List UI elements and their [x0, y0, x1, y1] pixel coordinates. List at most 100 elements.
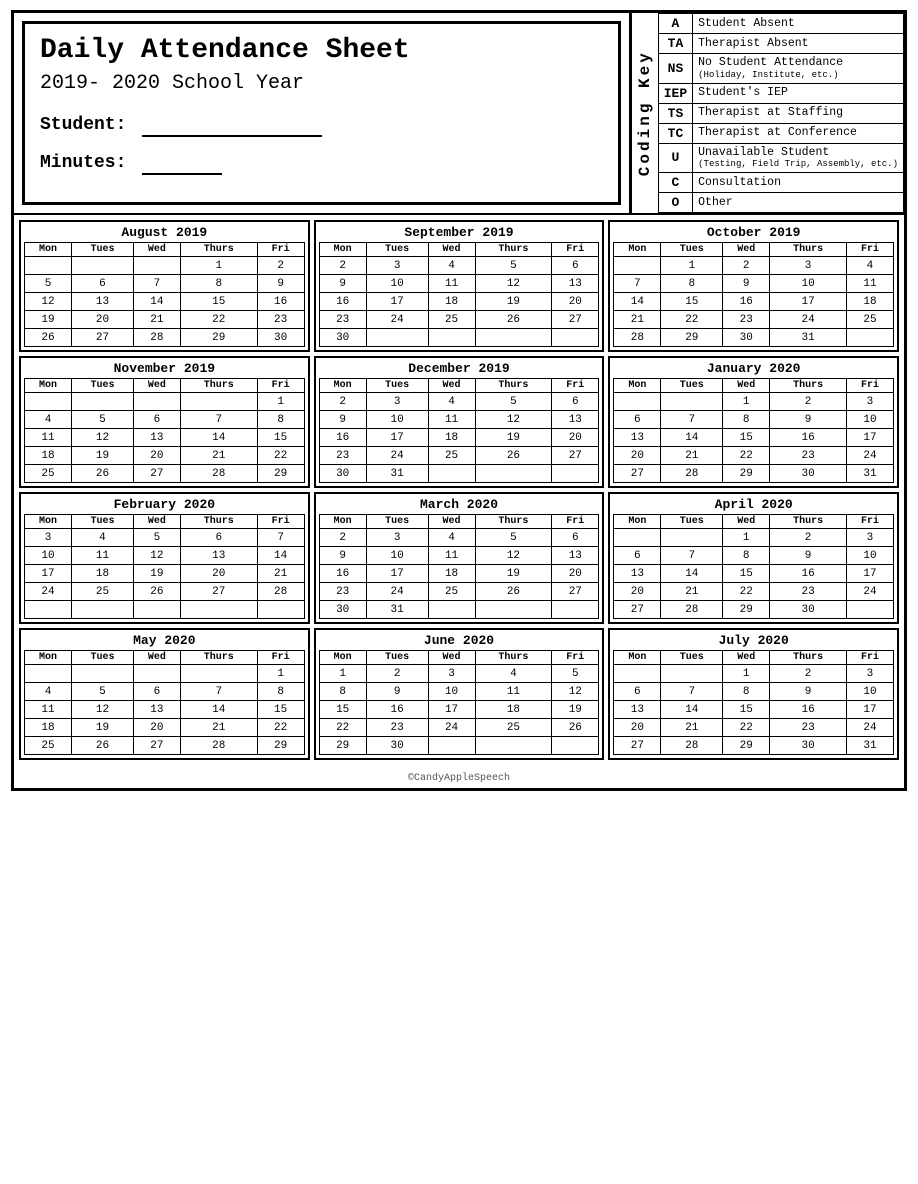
cal-day-cell[interactable]: 28	[180, 465, 257, 483]
cal-day-cell[interactable]: 19	[475, 293, 552, 311]
cal-day-cell[interactable]: 20	[614, 583, 661, 601]
cal-day-cell[interactable]	[72, 601, 134, 619]
cal-day-cell[interactable]: 18	[25, 719, 72, 737]
cal-day-cell[interactable]	[846, 329, 893, 347]
cal-day-cell[interactable]: 4	[428, 393, 475, 411]
cal-day-cell[interactable]	[428, 465, 475, 483]
cal-day-cell[interactable]: 25	[475, 719, 552, 737]
cal-day-cell[interactable]: 14	[180, 429, 257, 447]
cal-day-cell[interactable]: 23	[366, 719, 428, 737]
cal-day-cell[interactable]: 24	[428, 719, 475, 737]
cal-day-cell[interactable]: 27	[133, 465, 180, 483]
cal-day-cell[interactable]: 16	[319, 293, 366, 311]
cal-day-cell[interactable]: 4	[25, 411, 72, 429]
cal-day-cell[interactable]: 31	[846, 737, 893, 755]
cal-day-cell[interactable]: 1	[257, 665, 304, 683]
cal-day-cell[interactable]: 20	[133, 719, 180, 737]
cal-day-cell[interactable]: 13	[180, 547, 257, 565]
cal-day-cell[interactable]	[475, 601, 552, 619]
cal-day-cell[interactable]: 13	[72, 293, 134, 311]
cal-day-cell[interactable]: 4	[25, 683, 72, 701]
cal-day-cell[interactable]: 2	[770, 529, 847, 547]
cal-day-cell[interactable]	[552, 737, 599, 755]
cal-day-cell[interactable]: 19	[72, 447, 134, 465]
cal-day-cell[interactable]: 10	[846, 683, 893, 701]
cal-day-cell[interactable]: 17	[428, 701, 475, 719]
cal-day-cell[interactable]: 15	[180, 293, 257, 311]
cal-day-cell[interactable]: 23	[770, 447, 847, 465]
cal-day-cell[interactable]: 14	[661, 565, 723, 583]
cal-day-cell[interactable]: 12	[475, 547, 552, 565]
cal-day-cell[interactable]: 5	[475, 393, 552, 411]
cal-day-cell[interactable]: 2	[319, 529, 366, 547]
cal-day-cell[interactable]: 29	[723, 601, 770, 619]
cal-day-cell[interactable]: 26	[475, 447, 552, 465]
cal-day-cell[interactable]: 20	[614, 719, 661, 737]
cal-day-cell[interactable]: 13	[552, 411, 599, 429]
cal-day-cell[interactable]	[180, 601, 257, 619]
cal-day-cell[interactable]	[428, 737, 475, 755]
cal-day-cell[interactable]: 7	[257, 529, 304, 547]
cal-day-cell[interactable]	[475, 465, 552, 483]
cal-day-cell[interactable]: 29	[319, 737, 366, 755]
cal-day-cell[interactable]: 28	[133, 329, 180, 347]
cal-day-cell[interactable]	[133, 393, 180, 411]
cal-day-cell[interactable]: 8	[319, 683, 366, 701]
cal-day-cell[interactable]: 21	[257, 565, 304, 583]
cal-day-cell[interactable]: 17	[366, 293, 428, 311]
cal-day-cell[interactable]: 16	[366, 701, 428, 719]
cal-day-cell[interactable]: 6	[180, 529, 257, 547]
cal-day-cell[interactable]: 28	[180, 737, 257, 755]
cal-day-cell[interactable]: 21	[661, 583, 723, 601]
cal-day-cell[interactable]	[475, 329, 552, 347]
cal-day-cell[interactable]: 13	[614, 565, 661, 583]
cal-day-cell[interactable]: 7	[661, 683, 723, 701]
cal-day-cell[interactable]	[661, 393, 723, 411]
cal-day-cell[interactable]: 23	[319, 447, 366, 465]
cal-day-cell[interactable]: 25	[25, 737, 72, 755]
cal-day-cell[interactable]: 10	[366, 547, 428, 565]
cal-day-cell[interactable]: 31	[366, 601, 428, 619]
cal-day-cell[interactable]: 12	[475, 411, 552, 429]
cal-day-cell[interactable]: 7	[180, 411, 257, 429]
cal-day-cell[interactable]: 10	[428, 683, 475, 701]
cal-day-cell[interactable]: 1	[180, 257, 257, 275]
cal-day-cell[interactable]: 5	[475, 257, 552, 275]
cal-day-cell[interactable]: 21	[180, 447, 257, 465]
cal-day-cell[interactable]: 30	[257, 329, 304, 347]
cal-day-cell[interactable]: 20	[552, 293, 599, 311]
cal-day-cell[interactable]: 4	[428, 529, 475, 547]
cal-day-cell[interactable]	[72, 393, 134, 411]
cal-day-cell[interactable]: 18	[475, 701, 552, 719]
cal-day-cell[interactable]: 31	[846, 465, 893, 483]
cal-day-cell[interactable]: 1	[723, 665, 770, 683]
cal-day-cell[interactable]: 16	[257, 293, 304, 311]
cal-day-cell[interactable]: 5	[552, 665, 599, 683]
cal-day-cell[interactable]: 27	[614, 737, 661, 755]
cal-day-cell[interactable]: 9	[257, 275, 304, 293]
cal-day-cell[interactable]: 7	[614, 275, 661, 293]
cal-day-cell[interactable]: 11	[846, 275, 893, 293]
cal-day-cell[interactable]: 24	[366, 311, 428, 329]
cal-day-cell[interactable]	[180, 393, 257, 411]
cal-day-cell[interactable]: 18	[846, 293, 893, 311]
cal-day-cell[interactable]: 25	[428, 311, 475, 329]
cal-day-cell[interactable]: 24	[846, 719, 893, 737]
cal-day-cell[interactable]: 29	[257, 465, 304, 483]
cal-day-cell[interactable]: 4	[846, 257, 893, 275]
cal-day-cell[interactable]: 14	[614, 293, 661, 311]
cal-day-cell[interactable]: 11	[475, 683, 552, 701]
cal-day-cell[interactable]: 24	[366, 583, 428, 601]
cal-day-cell[interactable]: 3	[25, 529, 72, 547]
cal-day-cell[interactable]: 21	[180, 719, 257, 737]
cal-day-cell[interactable]	[257, 601, 304, 619]
cal-day-cell[interactable]: 13	[133, 429, 180, 447]
cal-day-cell[interactable]: 6	[552, 257, 599, 275]
cal-day-cell[interactable]	[133, 665, 180, 683]
cal-day-cell[interactable]: 23	[319, 311, 366, 329]
cal-day-cell[interactable]: 4	[475, 665, 552, 683]
cal-day-cell[interactable]: 9	[319, 411, 366, 429]
cal-day-cell[interactable]: 18	[428, 429, 475, 447]
cal-day-cell[interactable]: 19	[475, 429, 552, 447]
cal-day-cell[interactable]: 26	[25, 329, 72, 347]
